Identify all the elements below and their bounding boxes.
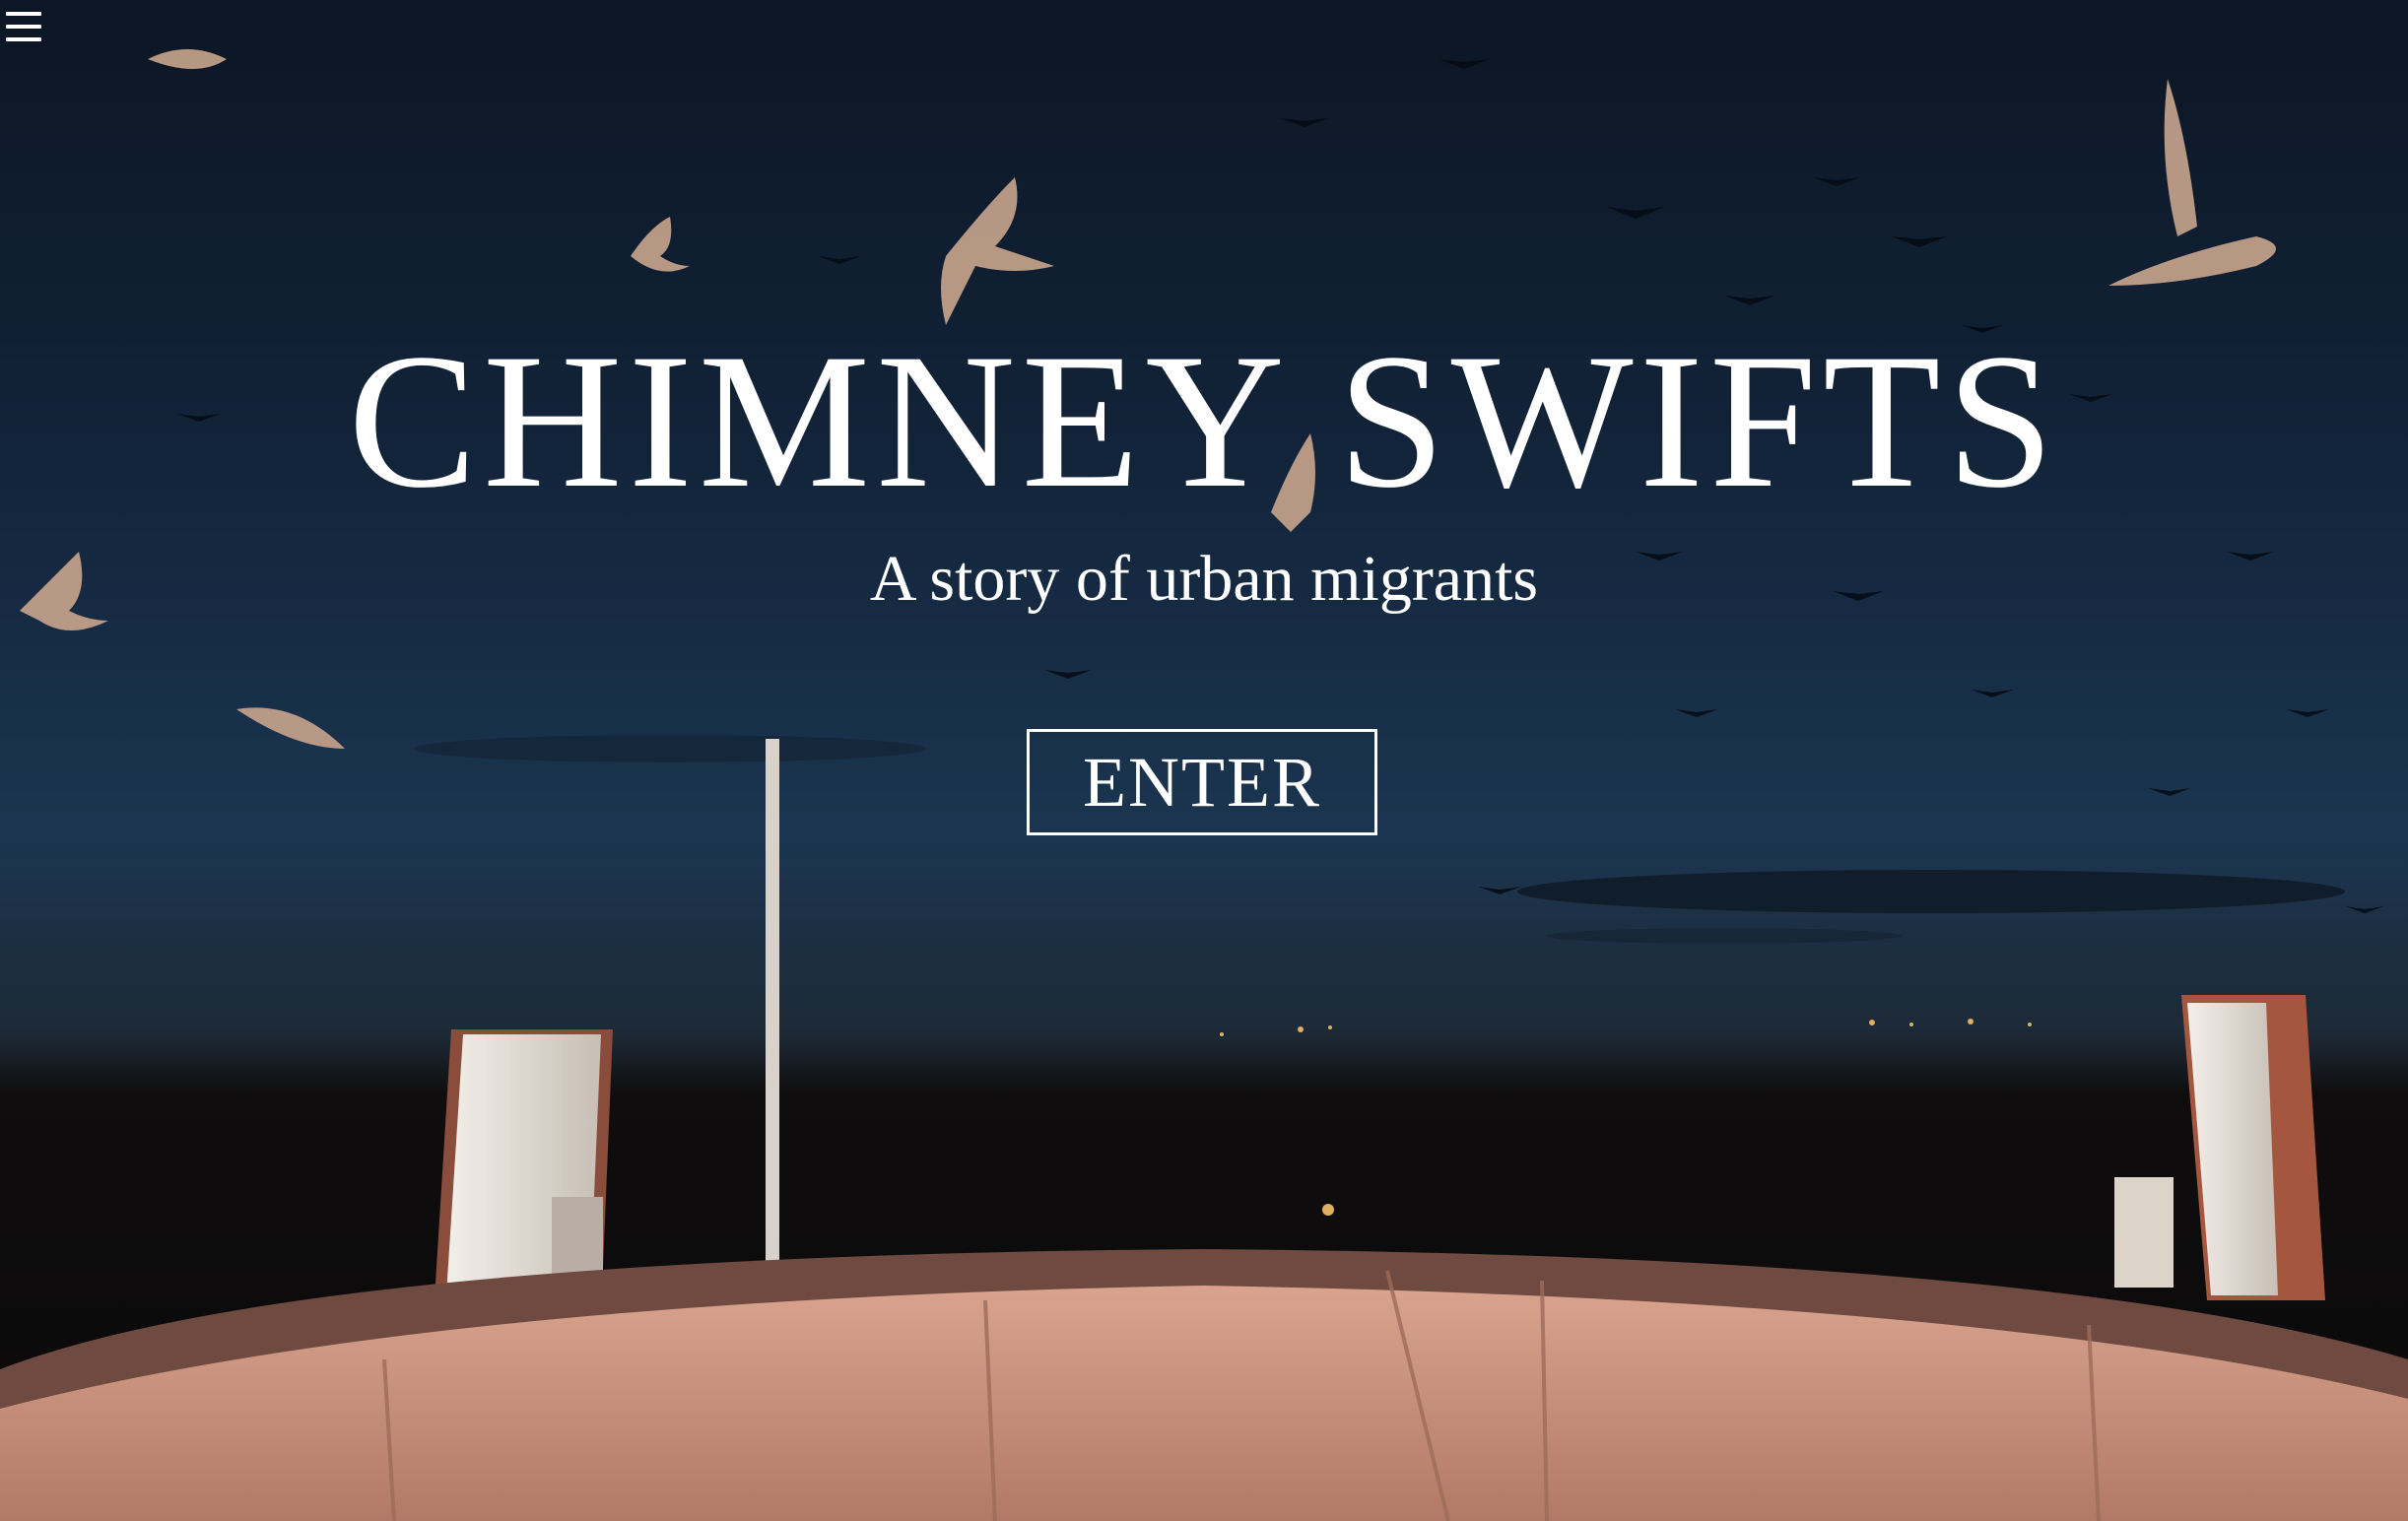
menu-bar (6, 12, 41, 16)
menu-bar (6, 37, 41, 41)
page-title: CHIMNEY SWIFTS (348, 314, 2060, 528)
enter-button[interactable]: ENTER (1027, 729, 1377, 835)
menu-bar (6, 25, 41, 29)
page-subtitle: A story of urban migrants (869, 543, 1539, 615)
hamburger-menu-icon[interactable] (6, 12, 41, 41)
